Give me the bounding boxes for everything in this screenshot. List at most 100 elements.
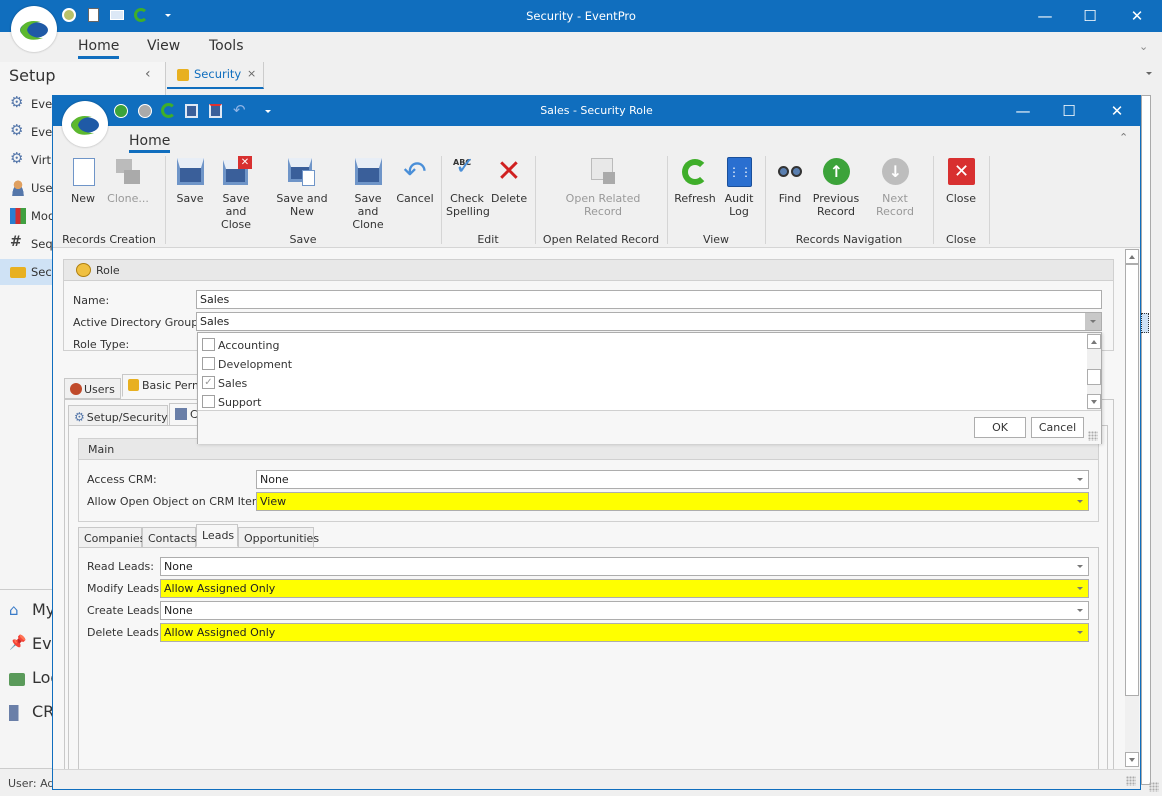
menu-tab-home[interactable]: Home	[78, 38, 120, 59]
sidebar-item-users[interactable]: Users	[0, 175, 52, 201]
cancel-button[interactable]: ↶ Cancel	[396, 156, 434, 206]
menu-tab-view[interactable]: View	[147, 38, 180, 54]
doc-tabs-dropdown-icon[interactable]	[1146, 72, 1152, 75]
sidebar-item-sequences[interactable]: #Sequences	[0, 231, 52, 257]
chevron-down-icon	[1077, 609, 1083, 612]
save-button[interactable]: Save	[173, 156, 207, 205]
tab-contacts[interactable]: Contacts	[142, 527, 197, 548]
app-title-bar: Security - EventPro — ☐ ✕	[0, 0, 1162, 32]
tab-setup-security[interactable]: ⚙ Setup/Security	[68, 405, 168, 426]
resize-grip-icon[interactable]	[1126, 776, 1136, 786]
gear-icon: ⚙	[10, 149, 24, 167]
ribbon-tab-home[interactable]: Home	[129, 133, 171, 153]
ad-option-accounting[interactable]: Accounting	[198, 336, 1078, 355]
delete-button[interactable]: ✕ Delete	[491, 154, 527, 206]
checkbox[interactable]	[202, 338, 215, 351]
read-leads-dropdown[interactable]: None	[160, 557, 1089, 576]
ad-groups-dropdown[interactable]: Sales	[196, 312, 1102, 331]
lock-icon	[177, 69, 189, 81]
minimize-button[interactable]: —	[1022, 0, 1068, 32]
ribbon-expand-icon[interactable]: ⌄	[1139, 40, 1148, 53]
popup-scrollbar[interactable]	[1087, 333, 1101, 410]
tab-companies[interactable]: Companies	[78, 527, 145, 548]
popup-scroll-down[interactable]	[1087, 394, 1101, 409]
outer-resize-grip-icon[interactable]	[1149, 782, 1159, 792]
background-grid-selected-row	[1141, 313, 1149, 333]
form-scrollbar[interactable]	[1125, 249, 1139, 767]
previous-record-button[interactable]: ↑ Previous Record	[811, 156, 861, 218]
ad-option-sales[interactable]: ✓ Sales	[198, 374, 1078, 393]
scroll-down-button[interactable]	[1125, 752, 1139, 767]
clone-button[interactable]: Clone...	[105, 156, 151, 205]
popup-resize-grip-icon[interactable]	[1088, 431, 1098, 441]
refresh-button[interactable]: Refresh	[673, 156, 717, 205]
tab-leads[interactable]: Leads	[196, 524, 238, 547]
save-and-close-button[interactable]: ✕ Save and Close	[211, 156, 261, 231]
lock-icon	[10, 267, 26, 278]
open-related-record-button[interactable]: Open Related Record	[563, 156, 643, 218]
bed-icon	[9, 673, 25, 686]
sidebar-big-event[interactable]: 📌Event	[0, 630, 52, 660]
scroll-thumb[interactable]	[1125, 264, 1139, 696]
modify-leads-label: Modify Leads:	[87, 582, 163, 595]
inner-minimize-button[interactable]: —	[1000, 96, 1046, 126]
tab-users[interactable]: Users	[64, 378, 121, 399]
ad-groups-popup: Accounting Development ✓ Sales Support OK…	[197, 332, 1102, 444]
check-spelling-button[interactable]: ABC ✓ Check Spelling	[446, 154, 490, 218]
collapse-ribbon-icon[interactable]: ⌃	[1119, 131, 1128, 144]
ad-option-development[interactable]: Development	[198, 355, 1078, 374]
next-record-button[interactable]: ↓ Next Record	[863, 156, 927, 218]
close-tab-icon[interactable]: ×	[247, 67, 256, 80]
arrow-down-circle-icon: ↓	[879, 156, 911, 188]
close-button[interactable]: ✕	[1114, 0, 1160, 32]
sidebar-item-event-1[interactable]: ⚙Event	[0, 91, 52, 117]
popup-scroll-thumb[interactable]	[1087, 369, 1101, 385]
create-leads-dropdown[interactable]: None	[160, 601, 1089, 620]
inner-title-bar: ↶ Sales - Security Role — ☐ ✕	[53, 96, 1140, 126]
inner-app-logo[interactable]	[62, 101, 108, 147]
delete-leads-label: Delete Leads:	[87, 626, 163, 639]
delete-leads-dropdown[interactable]: Allow Assigned Only	[160, 623, 1089, 642]
close-record-button[interactable]: ✕ Close	[941, 156, 981, 205]
open-object-dropdown[interactable]: View	[256, 492, 1089, 511]
modify-leads-dropdown[interactable]: Allow Assigned Only	[160, 579, 1089, 598]
sidebar-item-security[interactable]: Security	[0, 259, 52, 285]
pin-icon: 📌	[9, 635, 27, 651]
inner-maximize-button[interactable]: ☐	[1046, 96, 1092, 126]
crm-icon	[9, 705, 25, 721]
sidebar-big-crm[interactable]: CRM	[0, 698, 52, 728]
doc-tab-security[interactable]: Security ×	[167, 62, 264, 89]
name-input[interactable]: Sales	[196, 290, 1102, 309]
checkbox[interactable]	[202, 395, 215, 408]
sidebar-big-my[interactable]: ⌂ My	[0, 596, 52, 626]
lock-icon	[128, 379, 139, 391]
popup-cancel-button[interactable]: Cancel	[1031, 417, 1084, 438]
scroll-up-button[interactable]	[1125, 249, 1139, 264]
popup-scroll-up[interactable]	[1087, 334, 1101, 349]
tab-opportunities[interactable]: Opportunities	[238, 527, 319, 548]
inner-close-button[interactable]: ✕	[1094, 96, 1140, 126]
delete-icon: ✕	[496, 154, 522, 189]
save-and-clone-button[interactable]: Save and Clone	[343, 156, 393, 231]
ribbon-separator	[535, 156, 536, 244]
sidebar-item-modules[interactable]: Modules	[0, 203, 52, 229]
menu-tab-tools[interactable]: Tools	[209, 38, 244, 54]
new-button[interactable]: New	[65, 156, 101, 205]
ad-groups-label: Active Directory Groups:	[73, 316, 208, 329]
maximize-button[interactable]: ☐	[1067, 0, 1113, 32]
find-button[interactable]: Find	[773, 156, 807, 205]
collapse-sidebar-icon[interactable]: ‹	[145, 66, 151, 82]
ok-button[interactable]: OK	[974, 417, 1026, 438]
app-logo[interactable]	[11, 6, 57, 52]
checkbox[interactable]	[202, 357, 215, 370]
save-and-new-button[interactable]: Save and New	[265, 156, 339, 218]
security-role-window: ↶ Sales - Security Role — ☐ ✕ Home ⌃ New…	[52, 95, 1141, 790]
sidebar-item-virtual[interactable]: ⚙Virtual	[0, 147, 52, 173]
chevron-down-icon	[1077, 565, 1083, 568]
sidebar-item-event-2[interactable]: ⚙Event	[0, 119, 52, 145]
audit-log-button[interactable]: ⋮⋮ Audit Log	[721, 156, 757, 218]
access-crm-dropdown[interactable]: None	[256, 470, 1089, 489]
ad-dropdown-button[interactable]	[1085, 313, 1101, 330]
checkbox-checked[interactable]: ✓	[202, 376, 215, 389]
sidebar-big-lodging[interactable]: Lodging	[0, 664, 52, 694]
